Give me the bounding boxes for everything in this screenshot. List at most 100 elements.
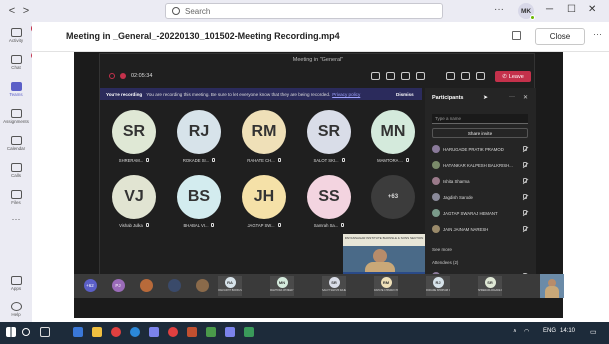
taskbar-clock[interactable]: 14:10 — [560, 328, 575, 334]
mic-off-icon — [211, 223, 215, 227]
participant-tile: BS BHABAL VI... — [170, 175, 228, 237]
microphone-icon — [461, 72, 470, 80]
participant-video-tile — [160, 274, 188, 298]
rail-item-more[interactable]: ··· — [0, 214, 32, 224]
back-arrow-icon[interactable]: < — [6, 5, 18, 17]
teams-icon[interactable] — [225, 327, 235, 337]
rail-item-calls[interactable]: Calls — [0, 163, 32, 178]
rail-item-assignments[interactable]: Assignments — [0, 109, 32, 124]
mic-off-icon — [146, 158, 150, 162]
user-avatar[interactable]: MK — [518, 3, 535, 20]
search-input[interactable]: Search — [165, 3, 443, 19]
participant-avatar: RM — [380, 277, 392, 288]
phone-hangup-icon: ✆ — [502, 73, 507, 80]
mic-off-icon — [523, 146, 527, 151]
more-participants-count: +63 — [371, 175, 415, 219]
participant-row: JAGTAP SWARAJ HEMANT — [432, 208, 530, 219]
search-icon[interactable] — [22, 328, 30, 336]
participant-name: RAHATE CHINMAY PRAMOD — [374, 289, 398, 292]
more-options-button[interactable]: ··· — [593, 29, 602, 39]
forward-arrow-icon[interactable]: > — [20, 5, 32, 17]
close-window-button[interactable]: ✕ — [588, 4, 596, 15]
rail-label: Assignments — [3, 119, 29, 124]
rail-label: Help — [11, 312, 21, 317]
rail-item-chat[interactable]: 16 Chat — [0, 52, 40, 70]
wifi-icon[interactable]: ◠ — [524, 328, 529, 335]
rail-item-teams[interactable]: Teams — [0, 82, 32, 97]
file-explorer-icon[interactable] — [92, 327, 102, 337]
app-icon[interactable] — [244, 327, 254, 337]
participant-name: SALOT SKI... — [313, 158, 339, 163]
participant-tile: RJ ROKADE SI... — [170, 110, 228, 172]
settings-more-button[interactable]: ··· — [494, 4, 504, 15]
leave-button: ✆ Leave — [495, 71, 531, 82]
participant-avatar: RA — [224, 277, 236, 288]
participant-name: JAGTAP SW... — [247, 223, 275, 228]
people-icon — [371, 72, 380, 80]
task-view-icon[interactable] — [40, 327, 50, 337]
participant-avatar — [432, 209, 440, 217]
participant-avatar: MN — [371, 110, 415, 154]
dismiss-label: Dismiss — [396, 91, 414, 97]
privacy-policy-link: Privacy policy — [332, 91, 361, 97]
meeting-window-title: Meeting in "General" — [292, 57, 344, 63]
teams-icon — [10, 82, 22, 91]
bell-icon: 4 — [10, 25, 38, 37]
open-in-browser-icon[interactable] — [512, 31, 521, 40]
participant-name: Ishita Sharma — [443, 179, 470, 184]
minimize-button[interactable]: ─ — [546, 4, 553, 15]
app-icon[interactable] — [206, 327, 216, 337]
edge-icon[interactable] — [130, 327, 140, 337]
participant-tile: SS Samrah Sa... — [300, 175, 358, 237]
notifications-icon[interactable]: ▭ — [590, 328, 597, 336]
participant-grid: SR SHRERAM... RJ ROKADE SI... RM RAHATE … — [100, 102, 422, 234]
speaker-head — [373, 249, 387, 263]
calendar-icon — [10, 136, 22, 145]
more-count-tile: +62 — [76, 274, 104, 298]
windows-start-icon[interactable] — [6, 327, 16, 337]
meeting-toolbar: 02:05:34 ✆ Leave — [100, 68, 536, 86]
participant-tile: RMRAHATE CHINMAY PRAMOD — [374, 276, 398, 296]
share-screen-icon — [476, 72, 485, 80]
mic-off-icon — [523, 162, 527, 167]
mic-off-icon — [523, 178, 527, 183]
tray-chevron-icon[interactable]: ∧ — [513, 328, 517, 334]
rail-label: Files — [11, 200, 21, 205]
reactions-icon — [416, 72, 425, 80]
participant-tile: MNMAMTORA CHINMAY NILESH — [270, 276, 294, 296]
speaker-body — [545, 286, 559, 298]
app-rail: 4 Activity 16 Chat Teams Assignments Cal… — [0, 22, 40, 322]
chrome-icon[interactable] — [111, 327, 121, 337]
app-icon[interactable] — [187, 327, 197, 337]
rail-item-calendar[interactable]: Calendar — [0, 136, 32, 151]
participant-name: SHRERAM... — [118, 158, 144, 163]
rail-item-help[interactable]: Help — [0, 302, 32, 317]
leave-label: Leave — [508, 73, 524, 80]
file-viewer-header: Meeting in _General_-20220130_101502-Mee… — [32, 22, 609, 52]
participant-name: ROKADE SI... — [182, 158, 210, 163]
rail-item-files[interactable]: Files — [0, 190, 32, 205]
teams-icon[interactable] — [149, 327, 159, 337]
participant-name: Jagdish Sarode — [443, 195, 473, 200]
maximize-button[interactable]: ☐ — [567, 4, 576, 15]
rail-item-apps[interactable]: Apps — [0, 276, 32, 291]
search-icon — [172, 7, 180, 15]
participant-avatar: SR — [484, 277, 496, 288]
attendees-section-label: Attendees (2) — [432, 260, 459, 265]
participant-tile: MN MAMTORA ... — [364, 110, 422, 172]
participant-tile: SRSALOT SAKSHI RAJESH — [322, 276, 346, 296]
share-invite-button: Share invite — [432, 128, 528, 138]
chrome-icon[interactable] — [168, 327, 178, 337]
participant-row: Ishita Sharma — [432, 176, 530, 187]
participant-tile: JH JAGTAP SW... — [235, 175, 293, 237]
panel-more-icon: ··· — [509, 94, 515, 100]
participant-avatar: RM — [242, 110, 286, 154]
share-invite-label: Share invite — [467, 131, 493, 136]
rail-item-activity[interactable]: 4 Activity — [0, 25, 38, 43]
app-icon[interactable] — [73, 327, 83, 337]
language-indicator[interactable]: ENG — [543, 328, 556, 334]
participant-name: SALOT SAKSHI RAJESH — [322, 289, 346, 292]
close-button[interactable]: Close — [535, 28, 585, 45]
participant-name: JAGTAP SWARAJ HEMANT — [443, 211, 498, 216]
participants-title: Participants — [432, 95, 464, 101]
